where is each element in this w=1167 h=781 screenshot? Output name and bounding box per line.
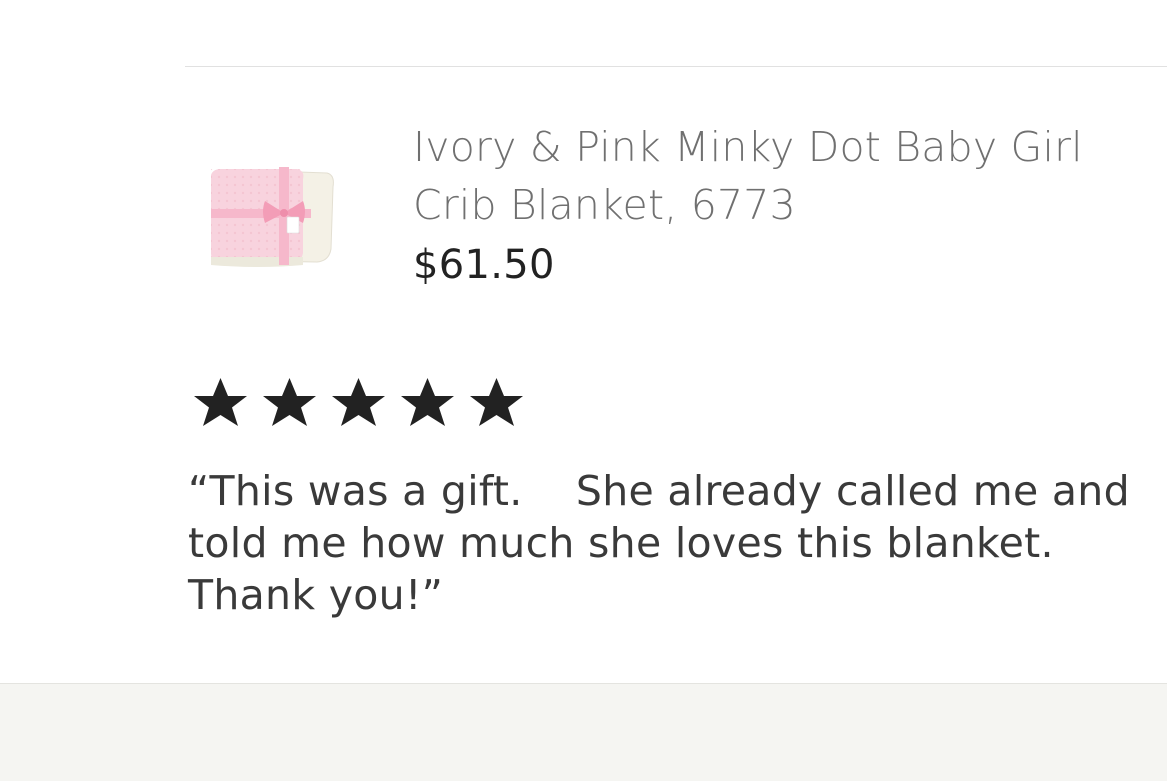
star-icon	[470, 378, 523, 426]
product-price: $61.50	[413, 242, 555, 288]
star-icon	[194, 378, 247, 426]
star-icon	[401, 378, 454, 426]
review-text: “This was a gift. She already called me …	[188, 467, 1144, 619]
blanket-image-icon	[211, 167, 334, 267]
product-info: Ivory & Pink Minky Dot Baby Girl Crib Bl…	[413, 118, 1113, 290]
star-rating	[186, 372, 531, 432]
product-title-link[interactable]: Ivory & Pink Minky Dot Baby Girl Crib Bl…	[413, 118, 1113, 234]
review-page: Ivory & Pink Minky Dot Baby Girl Crib Bl…	[0, 0, 1167, 781]
section-divider	[185, 66, 1167, 67]
star-icon	[332, 378, 385, 426]
product-thumbnail[interactable]	[199, 157, 345, 277]
footer-band	[0, 683, 1167, 781]
star-icon	[263, 378, 316, 426]
